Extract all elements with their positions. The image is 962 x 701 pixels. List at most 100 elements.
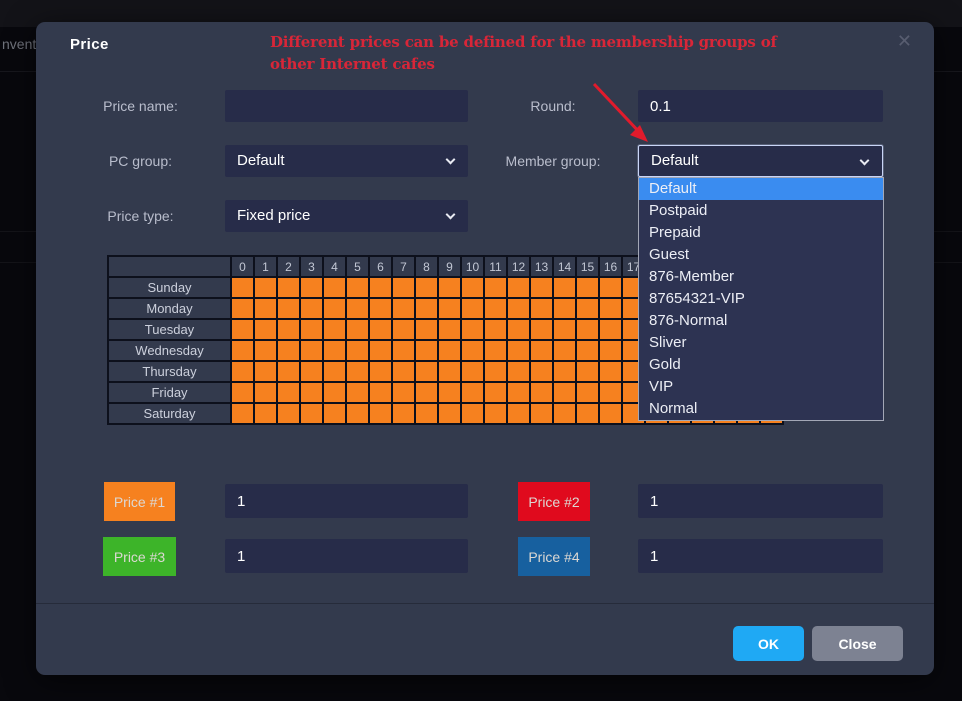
schedule-cell[interactable] — [300, 361, 323, 382]
price-1-button[interactable]: Price #1 — [104, 482, 175, 521]
schedule-cell[interactable] — [530, 298, 553, 319]
schedule-cell[interactable] — [530, 361, 553, 382]
schedule-cell[interactable] — [507, 382, 530, 403]
schedule-cell[interactable] — [300, 340, 323, 361]
price-4-input[interactable] — [638, 539, 883, 573]
schedule-cell[interactable] — [507, 361, 530, 382]
schedule-cell[interactable] — [599, 319, 622, 340]
schedule-cell[interactable] — [576, 319, 599, 340]
schedule-cell[interactable] — [438, 361, 461, 382]
schedule-cell[interactable] — [599, 403, 622, 424]
schedule-cell[interactable] — [392, 277, 415, 298]
schedule-cell[interactable] — [369, 403, 392, 424]
schedule-cell[interactable] — [507, 403, 530, 424]
schedule-cell[interactable] — [507, 319, 530, 340]
schedule-cell[interactable] — [415, 277, 438, 298]
schedule-cell[interactable] — [369, 277, 392, 298]
schedule-cell[interactable] — [415, 382, 438, 403]
schedule-cell[interactable] — [415, 361, 438, 382]
schedule-cell[interactable] — [392, 382, 415, 403]
schedule-cell[interactable] — [553, 298, 576, 319]
schedule-cell[interactable] — [415, 298, 438, 319]
schedule-cell[interactable] — [553, 382, 576, 403]
schedule-cell[interactable] — [369, 298, 392, 319]
schedule-cell[interactable] — [461, 403, 484, 424]
schedule-cell[interactable] — [277, 319, 300, 340]
schedule-cell[interactable] — [323, 361, 346, 382]
schedule-cell[interactable] — [484, 319, 507, 340]
close-icon[interactable]: ✕ — [897, 28, 912, 54]
schedule-cell[interactable] — [576, 403, 599, 424]
schedule-cell[interactable] — [323, 277, 346, 298]
schedule-cell[interactable] — [346, 361, 369, 382]
price-type-select[interactable]: Fixed price — [225, 200, 468, 232]
dropdown-option-default[interactable]: Default — [639, 178, 883, 200]
schedule-cell[interactable] — [231, 319, 254, 340]
schedule-cell[interactable] — [369, 382, 392, 403]
schedule-cell[interactable] — [438, 340, 461, 361]
schedule-cell[interactable] — [346, 277, 369, 298]
schedule-cell[interactable] — [231, 277, 254, 298]
schedule-cell[interactable] — [254, 319, 277, 340]
schedule-cell[interactable] — [277, 277, 300, 298]
schedule-cell[interactable] — [392, 361, 415, 382]
price-2-button[interactable]: Price #2 — [518, 482, 590, 521]
schedule-cell[interactable] — [231, 340, 254, 361]
schedule-cell[interactable] — [231, 382, 254, 403]
close-button[interactable]: Close — [812, 626, 903, 661]
ok-button[interactable]: OK — [733, 626, 804, 661]
schedule-cell[interactable] — [599, 277, 622, 298]
schedule-cell[interactable] — [300, 319, 323, 340]
schedule-cell[interactable] — [231, 361, 254, 382]
schedule-cell[interactable] — [300, 277, 323, 298]
schedule-cell[interactable] — [507, 340, 530, 361]
schedule-cell[interactable] — [553, 403, 576, 424]
round-input[interactable] — [638, 90, 883, 122]
dropdown-option-sliver[interactable]: Sliver — [639, 332, 883, 354]
schedule-cell[interactable] — [323, 403, 346, 424]
dropdown-option-876-member[interactable]: 876-Member — [639, 266, 883, 288]
schedule-cell[interactable] — [277, 361, 300, 382]
schedule-cell[interactable] — [461, 382, 484, 403]
schedule-cell[interactable] — [415, 403, 438, 424]
schedule-cell[interactable] — [438, 319, 461, 340]
price-1-input[interactable] — [225, 484, 468, 518]
schedule-cell[interactable] — [461, 361, 484, 382]
schedule-cell[interactable] — [576, 382, 599, 403]
schedule-cell[interactable] — [323, 340, 346, 361]
dropdown-option-normal[interactable]: Normal — [639, 398, 883, 420]
schedule-cell[interactable] — [576, 340, 599, 361]
schedule-cell[interactable] — [461, 277, 484, 298]
schedule-cell[interactable] — [392, 403, 415, 424]
dropdown-option-87654321-vip[interactable]: 87654321-VIP — [639, 288, 883, 310]
schedule-cell[interactable] — [438, 382, 461, 403]
price-name-input[interactable] — [225, 90, 468, 122]
schedule-cell[interactable] — [576, 298, 599, 319]
schedule-cell[interactable] — [300, 298, 323, 319]
schedule-cell[interactable] — [277, 298, 300, 319]
schedule-cell[interactable] — [438, 277, 461, 298]
schedule-cell[interactable] — [553, 277, 576, 298]
schedule-cell[interactable] — [507, 277, 530, 298]
schedule-cell[interactable] — [369, 319, 392, 340]
price-3-input[interactable] — [225, 539, 468, 573]
schedule-cell[interactable] — [553, 319, 576, 340]
schedule-cell[interactable] — [415, 340, 438, 361]
schedule-cell[interactable] — [415, 319, 438, 340]
dropdown-option-prepaid[interactable]: Prepaid — [639, 222, 883, 244]
schedule-cell[interactable] — [254, 277, 277, 298]
schedule-cell[interactable] — [599, 340, 622, 361]
price-2-input[interactable] — [638, 484, 883, 518]
schedule-cell[interactable] — [346, 403, 369, 424]
schedule-cell[interactable] — [530, 403, 553, 424]
pc-group-select[interactable]: Default — [225, 145, 468, 177]
schedule-cell[interactable] — [461, 340, 484, 361]
schedule-cell[interactable] — [461, 319, 484, 340]
schedule-cell[interactable] — [323, 382, 346, 403]
schedule-cell[interactable] — [369, 361, 392, 382]
schedule-cell[interactable] — [231, 403, 254, 424]
schedule-cell[interactable] — [392, 319, 415, 340]
price-4-button[interactable]: Price #4 — [518, 537, 590, 576]
schedule-cell[interactable] — [484, 403, 507, 424]
schedule-cell[interactable] — [507, 298, 530, 319]
